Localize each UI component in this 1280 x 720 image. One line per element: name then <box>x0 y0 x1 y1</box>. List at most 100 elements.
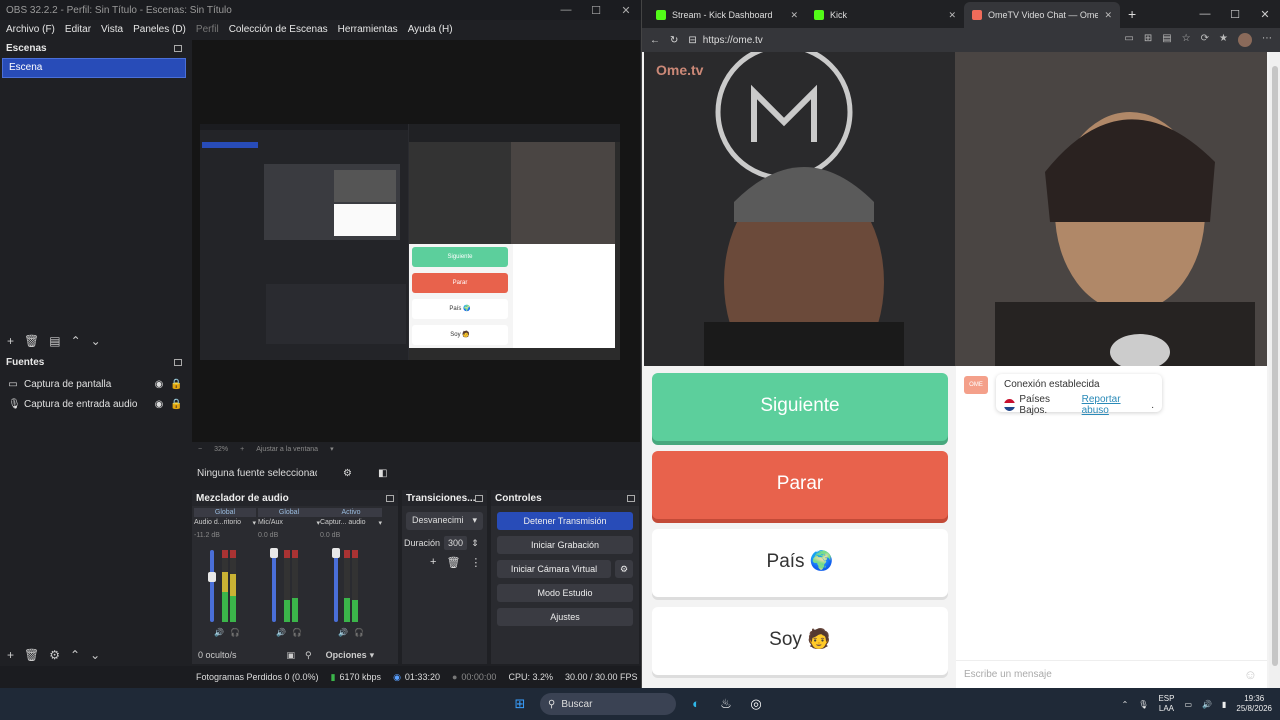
volume-fader[interactable] <box>272 550 276 622</box>
trash-icon[interactable]: 🗑 <box>446 556 460 569</box>
link-icon[interactable]: ⚲ <box>305 650 312 661</box>
options-button[interactable]: Opciones <box>326 650 367 660</box>
trash-icon[interactable]: 🗑 <box>24 334 39 348</box>
apps-icon[interactable]: ⊞ <box>1144 33 1152 47</box>
eye-icon[interactable]: ◉ <box>154 399 164 410</box>
headphones-icon[interactable]: 🎧 <box>354 628 364 637</box>
taskbar-search[interactable]: ⚲ Buscar <box>540 693 676 715</box>
maximize-icon[interactable]: ☐ <box>581 4 611 17</box>
edge-icon[interactable]: ◐ <box>686 694 706 714</box>
fader-knob[interactable] <box>270 548 278 558</box>
menu-file[interactable]: Archivo (F) <box>6 24 55 35</box>
country-button[interactable]: País 🌍 <box>652 529 948 597</box>
favorites-icon[interactable]: ★ <box>1219 33 1228 47</box>
camera-icon[interactable]: ▭ <box>1124 33 1133 47</box>
filters-icon[interactable]: ◧ <box>378 468 387 479</box>
tab-kick-dashboard[interactable]: Stream - Kick Dashboard ✕ <box>648 2 806 28</box>
language-indicator[interactable]: ESP LAA <box>1158 694 1174 714</box>
speaker-icon[interactable]: 🔊 <box>214 628 224 637</box>
add-icon[interactable]: + <box>7 334 14 348</box>
volume-fader[interactable] <box>334 550 338 622</box>
filter-icon[interactable]: ▤ <box>49 334 60 348</box>
chevron-down-icon[interactable]: ▾ <box>378 519 382 527</box>
menu-scene-collection[interactable]: Colección de Escenas <box>229 24 328 35</box>
fader-knob[interactable] <box>208 572 216 582</box>
start-recording-button[interactable]: Iniciar Grabación <box>497 536 633 554</box>
menu-edit[interactable]: Editar <box>65 24 91 35</box>
next-button[interactable]: Siguiente <box>652 373 948 441</box>
add-icon[interactable]: + <box>430 556 436 569</box>
zoom-out-icon[interactable]: − <box>198 446 202 453</box>
clock[interactable]: 19:36 25/8/2026 <box>1236 694 1272 714</box>
menu-help[interactable]: Ayuda (H) <box>408 24 453 35</box>
battery-icon[interactable]: ▮ <box>1222 700 1226 709</box>
microphone-icon[interactable]: 🎙 <box>1138 700 1148 709</box>
menu-view[interactable]: Vista <box>101 24 123 35</box>
studio-mode-button[interactable]: Modo Estudio <box>497 584 633 602</box>
avatar[interactable] <box>1238 33 1252 47</box>
obs-icon[interactable]: ◎ <box>746 694 766 714</box>
chevron-down-icon[interactable]: ⌄ <box>91 334 101 348</box>
headphones-icon[interactable]: 🎧 <box>230 628 240 637</box>
stop-button[interactable]: Parar <box>652 451 948 519</box>
duration-input[interactable]: 300 <box>444 536 468 550</box>
gear-icon[interactable]: ⚙ <box>49 648 60 662</box>
undock-icon[interactable] <box>174 358 182 366</box>
menu-profile[interactable]: Perfil <box>196 24 219 35</box>
close-icon[interactable]: ✕ <box>611 4 641 17</box>
gear-icon[interactable]: ⚙ <box>343 468 352 479</box>
undock-icon[interactable] <box>475 494 483 502</box>
reader-icon[interactable]: ▤ <box>1162 33 1171 47</box>
layout-icon[interactable]: ▣ <box>287 650 296 661</box>
chevron-up-icon[interactable]: ⌃ <box>70 648 80 662</box>
scene-item[interactable]: Escena <box>2 58 186 78</box>
chevron-down-icon[interactable]: ▾ <box>252 519 256 527</box>
undock-icon[interactable] <box>386 494 394 502</box>
chevron-up-icon[interactable]: ⌃ <box>71 334 81 348</box>
minimize-icon[interactable]: — <box>551 4 581 17</box>
lock-icon[interactable]: 🔒 <box>170 399 182 410</box>
steam-icon[interactable]: ♨ <box>716 694 736 714</box>
stepper-icon[interactable]: ⇕ <box>471 538 479 549</box>
volume-icon[interactable]: 🔊 <box>1202 700 1212 709</box>
chevron-up-icon[interactable]: ⌃ <box>1122 700 1129 709</box>
chevron-down-icon[interactable]: ▾ <box>330 445 334 453</box>
scrollbar-thumb[interactable] <box>1272 66 1278 666</box>
gender-button[interactable]: Soy 🧑 <box>652 607 948 675</box>
lock-icon[interactable]: 🔒 <box>170 379 182 390</box>
preview-area[interactable]: Siguiente Parar País 🌍 Soy 🧑 <box>192 40 640 442</box>
tab-ometv[interactable]: OmeTV Video Chat — Omegl ✕ <box>964 2 1120 28</box>
maximize-icon[interactable]: ☐ <box>1220 8 1250 21</box>
minimize-icon[interactable]: — <box>1190 8 1220 20</box>
page-scrollbar[interactable] <box>1269 52 1280 688</box>
url-field[interactable]: ⊟ https://ome.tv <box>688 35 1114 46</box>
tab-kick[interactable]: Kick ✕ <box>806 2 964 28</box>
gear-icon[interactable]: ⚙ <box>615 560 633 578</box>
close-icon[interactable]: ✕ <box>948 10 956 21</box>
emoji-icon[interactable]: ☺ <box>1244 667 1257 682</box>
speaker-icon[interactable]: 🔊 <box>338 628 348 637</box>
zoom-in-icon[interactable]: + <box>240 446 244 453</box>
new-tab-icon[interactable]: + <box>1128 6 1136 22</box>
volume-fader[interactable] <box>210 550 214 622</box>
fit-label[interactable]: Ajustar a la ventana <box>256 446 318 453</box>
add-icon[interactable]: + <box>7 648 14 662</box>
speaker-icon[interactable]: 🔊 <box>276 628 286 637</box>
more-icon[interactable]: ⋯ <box>1262 33 1272 47</box>
undock-icon[interactable] <box>174 44 182 52</box>
close-icon[interactable]: ✕ <box>1104 10 1112 21</box>
trash-icon[interactable]: 🗑 <box>24 648 39 662</box>
chevron-down-icon[interactable]: ⌄ <box>90 648 100 662</box>
settings-button[interactable]: Ajustes <box>497 608 633 626</box>
more-icon[interactable]: ⋮ <box>470 556 481 569</box>
report-abuse-link[interactable]: Reportar abuso <box>1082 394 1148 416</box>
stop-stream-button[interactable]: Detener Transmisión <box>497 512 633 530</box>
undock-icon[interactable] <box>627 494 635 502</box>
fader-knob[interactable] <box>332 548 340 558</box>
site-info-icon[interactable]: ⊟ <box>688 35 696 46</box>
source-item[interactable]: ▭ Captura de pantalla ◉ 🔒 <box>0 374 188 394</box>
reload-icon[interactable]: ↻ <box>670 35 678 46</box>
windows-start-icon[interactable]: ⊞ <box>510 694 530 714</box>
refresh-extension-icon[interactable]: ⟳ <box>1201 33 1209 47</box>
back-icon[interactable]: ← <box>650 35 660 46</box>
